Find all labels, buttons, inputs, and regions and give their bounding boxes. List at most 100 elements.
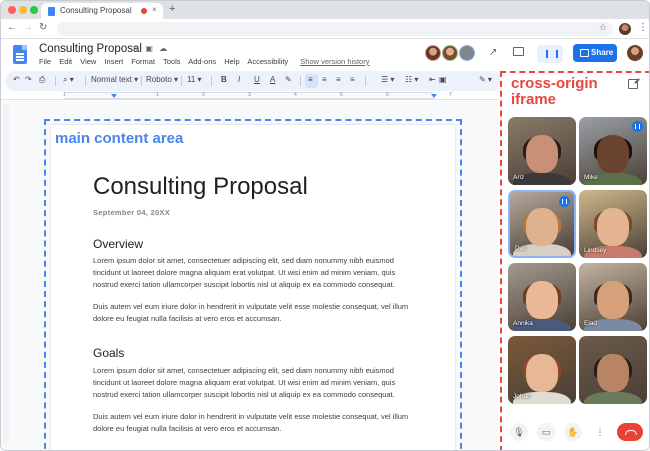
reload-icon[interactable]: ↻ [39, 22, 47, 33]
version-history-link[interactable]: Show version history [300, 57, 369, 66]
ruler-number: 4 [294, 92, 297, 98]
section-heading-goals[interactable]: Goals [93, 346, 124, 360]
participant-tile[interactable]: Dan [508, 190, 576, 258]
back-arrow-icon[interactable]: ← [7, 22, 17, 33]
toolbar-divider [55, 76, 56, 86]
italic-icon[interactable]: I [238, 75, 240, 84]
font-dropdown[interactable]: Roboto ▾ [146, 75, 178, 84]
underline-icon[interactable]: U [254, 75, 260, 84]
participant-name: Mike [584, 174, 598, 181]
align-center-icon[interactable]: ≡ [322, 75, 327, 84]
bold-icon[interactable]: B [221, 75, 227, 84]
menu-tools[interactable]: Tools [163, 57, 181, 66]
account-avatar[interactable] [627, 45, 643, 61]
camera-icon[interactable]: ▭ [537, 423, 555, 441]
document-title[interactable]: Consulting Proposal [39, 43, 142, 55]
microphone-icon[interactable]: 🎙 [510, 423, 528, 441]
redo-icon[interactable]: ↷ [25, 75, 32, 84]
document-heading[interactable]: Consulting Proposal [93, 173, 308, 201]
collaborator-avatar[interactable] [442, 45, 458, 61]
print-icon[interactable]: ⎙ [39, 75, 45, 85]
participant-name: Annika [513, 320, 533, 327]
browser-menu-icon[interactable]: ⋮ [638, 22, 648, 33]
toolbar-divider [300, 76, 301, 86]
align-left-icon[interactable]: ≡ [308, 75, 313, 84]
participant-tile[interactable]: Mike [579, 117, 647, 185]
participant-tile[interactable]: Johan [508, 336, 576, 404]
maximize-window-icon[interactable] [30, 6, 38, 14]
participant-tile[interactable]: Lindsey [579, 190, 647, 258]
participant-tile[interactable]: Annika [508, 263, 576, 331]
collaborator-avatar[interactable] [459, 45, 475, 61]
bookmark-star-icon[interactable]: ☆ [599, 22, 607, 33]
paragraph[interactable]: Lorem ipsum dolor sit amet, consectetuer… [93, 365, 413, 401]
browser-window: Consulting Proposal × + ← → ↻ ☆ ⋮ Consul… [0, 0, 650, 451]
participant-video-face [597, 208, 629, 247]
ruler-number: 5 [340, 92, 343, 98]
menu-file[interactable]: File [39, 57, 51, 66]
docs-header: Consulting Proposal ☆ ▣ ☁ File Edit View… [1, 39, 649, 71]
star-move-cloud-icons[interactable]: ☆ ▣ ☁ [132, 44, 169, 53]
align-right-icon[interactable]: ≡ [336, 75, 341, 84]
participant-tile[interactable] [579, 336, 647, 404]
cross-origin-iframe-label: cross-origin iframe [511, 75, 598, 108]
zoom-dropdown[interactable]: ⌕ ▾ [63, 75, 74, 85]
insert-image-icon[interactable]: ▣ [439, 75, 447, 84]
paragraph[interactable]: Duis autem vel eum iriure dolor in hendr… [93, 301, 413, 325]
profile-avatar[interactable] [619, 23, 631, 35]
participant-video-face [597, 281, 629, 320]
browser-tab[interactable]: Consulting Proposal × [41, 3, 163, 19]
paragraph-style-dropdown[interactable]: Normal text ▾ [91, 75, 138, 84]
font-size-dropdown[interactable]: 11 ▾ [187, 75, 202, 84]
numbered-list-icon[interactable]: ☷ ▾ [405, 75, 418, 84]
docs-favicon-icon [48, 7, 55, 16]
highlight-icon[interactable]: ✎ [285, 75, 292, 84]
toolbar-divider [365, 76, 366, 86]
menu-insert[interactable]: Insert [104, 57, 123, 66]
bulleted-list-icon[interactable]: ☰ ▾ [381, 75, 394, 84]
docs-logo-icon[interactable] [13, 45, 27, 64]
document-date[interactable]: September 04, 20XX [93, 208, 170, 217]
menu-view[interactable]: View [80, 57, 96, 66]
address-input[interactable]: ☆ [57, 22, 613, 36]
paragraph[interactable]: Duis autem vel eum iriure dolor in hendr… [93, 411, 413, 435]
more-options-icon[interactable]: ⋮ [591, 423, 609, 441]
comments-icon[interactable] [513, 47, 524, 56]
participant-video-face [526, 208, 558, 247]
decrease-indent-icon[interactable]: ⇤ [429, 75, 436, 84]
participant-tile[interactable]: Elad [579, 263, 647, 331]
paragraph[interactable]: Lorem ipsum dolor sit amet, consectetuer… [93, 255, 413, 291]
menu-edit[interactable]: Edit [59, 57, 72, 66]
close-window-icon[interactable] [8, 6, 16, 14]
left-indent-marker-icon[interactable] [111, 94, 117, 98]
meet-call-button[interactable] [537, 45, 563, 63]
forward-arrow-icon[interactable]: → [23, 22, 33, 33]
menu-accessibility[interactable]: Accessibility [247, 57, 288, 66]
share-button[interactable]: Share [573, 44, 617, 62]
participant-tile[interactable]: Ariz [508, 117, 576, 185]
audio-level-icon [559, 196, 570, 207]
undo-icon[interactable]: ↶ [13, 75, 20, 84]
align-justify-icon[interactable]: ≡ [350, 75, 355, 84]
minimize-window-icon[interactable] [19, 6, 27, 14]
toolbar-divider [85, 76, 86, 86]
raise-hand-icon[interactable]: ✋ [564, 423, 582, 441]
menu-help[interactable]: Help [224, 57, 239, 66]
new-tab-button[interactable]: + [169, 3, 175, 15]
participant-video-face [526, 354, 558, 393]
end-call-button[interactable] [617, 423, 643, 441]
text-color-icon[interactable]: A [270, 75, 275, 84]
formatting-toolbar: ↶ ↷ ⎙ ⌕ ▾ Normal text ▾ Roboto ▾ 11 ▾ B … [5, 71, 502, 91]
address-bar-row: ← → ↻ ☆ ⋮ [1, 19, 649, 39]
right-indent-marker-icon[interactable] [431, 94, 437, 98]
menu-addons[interactable]: Add-ons [188, 57, 216, 66]
activity-dashboard-icon[interactable]: ↗ [489, 47, 497, 58]
section-heading-overview[interactable]: Overview [93, 237, 143, 251]
tab-close-icon[interactable]: × [152, 5, 157, 14]
toolbar-divider [181, 76, 182, 86]
collaborator-avatar[interactable] [425, 45, 441, 61]
participant-video-face [597, 135, 629, 174]
editing-mode-dropdown[interactable]: ✎ ▾ [479, 75, 492, 84]
menu-format[interactable]: Format [131, 57, 155, 66]
open-in-new-window-icon[interactable] [628, 79, 638, 89]
